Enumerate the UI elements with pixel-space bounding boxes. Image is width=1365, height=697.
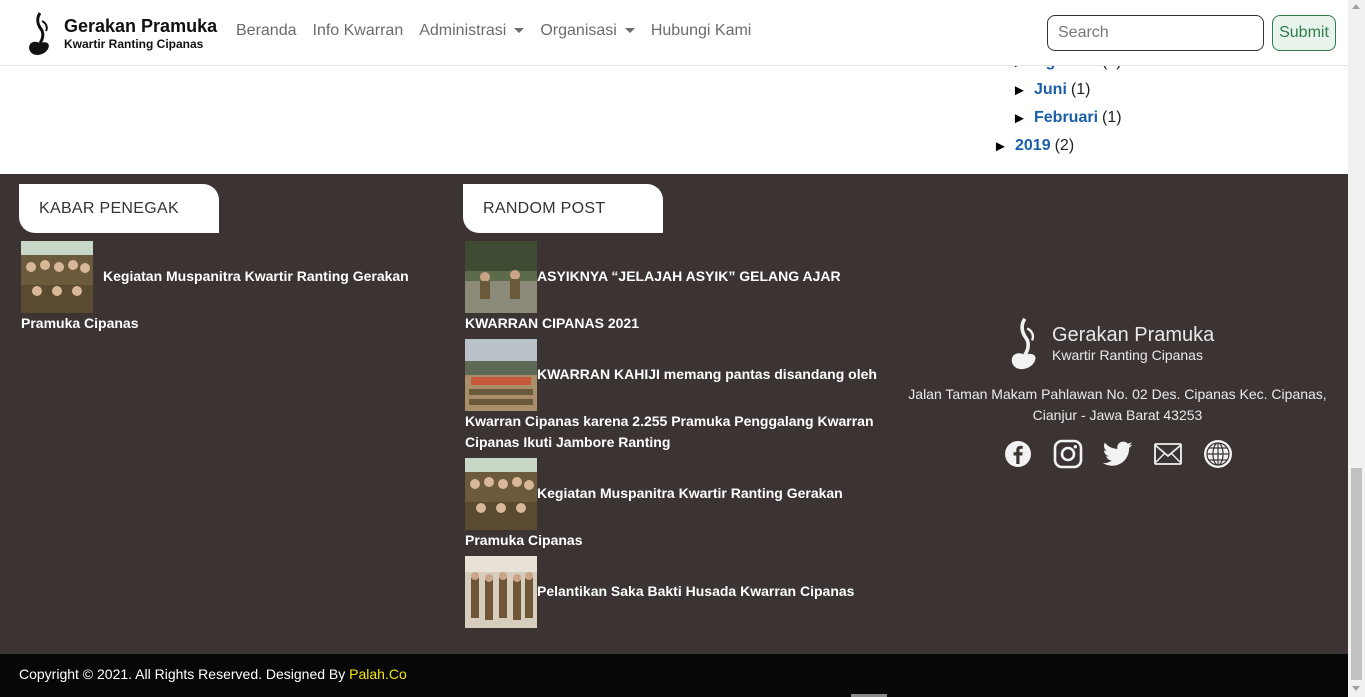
pramuka-tunas-logo-icon [29, 12, 49, 55]
search-input[interactable] [1047, 15, 1264, 51]
nav-label: Hubungi Kami [650, 22, 752, 39]
post-title-line: Pelantikan Saka Bakti Husada Kwarran Cip… [537, 583, 855, 599]
footer-brand-title: Gerakan Pramuka [1052, 324, 1215, 347]
nav-administrasi-dropdown[interactable]: Administrasi [411, 22, 532, 40]
random-post-heading: RANDOM POST [463, 184, 663, 233]
post-thumbnail-image [465, 241, 537, 313]
post-title-line: Pramuka Cipanas [21, 315, 139, 331]
twitter-icon[interactable] [1103, 439, 1133, 469]
expand-triangle-icon[interactable]: ► [1012, 110, 1034, 127]
address-line: Cianjur - Jawa Barat 43253 [1032, 407, 1203, 423]
globe-icon[interactable] [1203, 439, 1233, 469]
search-submit-button[interactable]: Submit [1272, 15, 1336, 51]
scrollbar-thumb[interactable] [1351, 468, 1362, 680]
post-thumbnail-image [465, 458, 537, 530]
post-title-line: KWARRAN CIPANAS 2021 [465, 315, 639, 331]
archive-count: (1) [1070, 81, 1091, 98]
nav-beranda[interactable]: Beranda [228, 22, 305, 40]
scroll-up-arrow-icon[interactable] [1352, 4, 1360, 9]
scroll-down-arrow-icon[interactable] [1352, 686, 1360, 691]
nav-organisasi-dropdown[interactable]: Organisasi [532, 22, 642, 40]
brand-title: Gerakan Pramuka [64, 15, 218, 36]
pramuka-tunas-logo-icon [1011, 317, 1036, 370]
random-post-link[interactable]: KWARRAN KAHIJI memang pantas disandang o… [465, 339, 895, 455]
expand-triangle-icon[interactable]: ► [993, 138, 1015, 155]
caret-down-icon [514, 28, 525, 34]
archive-month-link[interactable]: Februari [1034, 109, 1098, 127]
archive-item-februari[interactable]: ► Februari (1) [1012, 109, 1122, 127]
top-navbar: Gerakan Pramuka Kwartir Ranting Cipanas … [0, 0, 1348, 66]
nav-label: Info Kwarran [312, 22, 404, 39]
expand-triangle-icon[interactable]: ► [1012, 82, 1034, 99]
site-footer: KABAR PENEGAK Kegiatan Muspanitra Kwarti… [0, 174, 1348, 654]
designer-link[interactable]: Palah.Co [349, 666, 407, 682]
footer-brand-subtitle: Kwartir Ranting Cipanas [1052, 347, 1203, 364]
nav-label: Administrasi [419, 22, 507, 39]
post-title-line: Kegiatan Muspanitra Kwartir Ranting Gera… [537, 485, 843, 501]
archive-item-2019[interactable]: ► 2019 (2) [993, 137, 1074, 155]
nav-label: Organisasi [540, 22, 617, 39]
nav-label: Beranda [236, 22, 297, 39]
caret-down-icon [624, 28, 635, 34]
mail-icon[interactable] [1153, 439, 1183, 469]
nav-info-kwarran[interactable]: Info Kwarran [305, 22, 412, 40]
random-post-link[interactable]: Kegiatan Muspanitra Kwartir Ranting Gera… [465, 458, 895, 553]
facebook-icon[interactable] [1003, 439, 1033, 469]
post-thumbnail-image [465, 556, 537, 628]
footer-brand: Gerakan Pramuka Kwartir Ranting Cipanas [1008, 316, 1214, 372]
kabar-post-link[interactable]: Kegiatan Muspanitra Kwartir Ranting Gera… [21, 241, 441, 336]
social-links [1003, 439, 1253, 469]
brand-logo-link[interactable]: Gerakan Pramuka Kwartir Ranting Cipanas [26, 11, 217, 57]
archive-month-link[interactable]: Juni [1034, 81, 1067, 99]
copyright-text: Copyright © 2021. All Rights Reserved. D… [19, 666, 350, 682]
archive-year-link[interactable]: 2019 [1015, 137, 1051, 155]
archive-count: (2) [1054, 137, 1075, 154]
random-post-link[interactable]: Pelantikan Saka Bakti Husada Kwarran Cip… [465, 556, 895, 628]
post-title-line: Kegiatan Muspanitra Kwartir Ranting Gera… [103, 268, 409, 284]
instagram-icon[interactable] [1053, 439, 1083, 469]
nav-menu: Beranda Info Kwarran Administrasi Organi… [228, 22, 759, 40]
vertical-scrollbar[interactable] [1348, 0, 1365, 697]
copyright-bar: Copyright © 2021. All Rights Reserved. D… [0, 654, 1348, 697]
post-title-line: KWARRAN KAHIJI memang pantas disandang o… [537, 366, 877, 382]
kabar-penegak-heading: KABAR PENEGAK [19, 184, 219, 233]
post-title-line: ASYIKNYA “JELAJAH ASYIK” GELANG AJAR [537, 268, 841, 284]
post-title-line: Kwarran Cipanas karena 2.255 Pramuka Pen… [465, 413, 874, 429]
post-thumbnail-image [465, 339, 537, 411]
archive-item-juni[interactable]: ► Juni (1) [1012, 81, 1090, 99]
post-thumbnail-image [21, 241, 93, 313]
post-title-line: Pramuka Cipanas [465, 532, 583, 548]
random-post-link[interactable]: ASYIKNYA “JELAJAH ASYIK” GELANG AJAR KWA… [465, 241, 895, 336]
nav-hubungi-kami[interactable]: Hubungi Kami [643, 22, 760, 40]
footer-address: Jalan Taman Makam Pahlawan No. 02 Des. C… [900, 384, 1335, 426]
brand-subtitle: Kwartir Ranting Cipanas [64, 37, 204, 52]
post-title-line: Cipanas Ikuti Jambore Ranting [465, 434, 671, 450]
archive-count: (1) [1102, 109, 1122, 126]
address-line: Jalan Taman Makam Pahlawan No. 02 Des. C… [908, 386, 1327, 402]
